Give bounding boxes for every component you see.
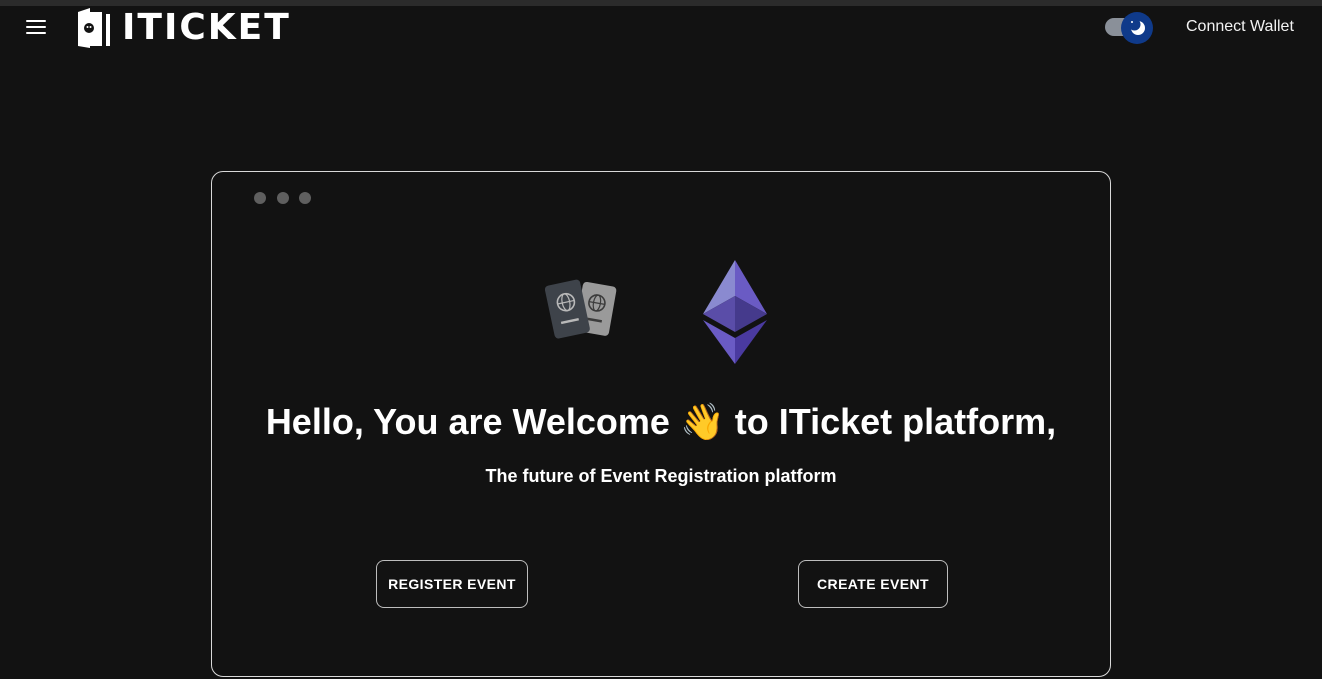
ethereum-icon (703, 260, 767, 364)
window-dot (299, 192, 311, 204)
welcome-headline: Hello, You are Welcome 👋 to ITicket plat… (265, 401, 1057, 442)
welcome-subtitle: The future of Event Registration platfor… (485, 466, 837, 486)
moon-icon (1128, 18, 1145, 35)
toggle-thumb (1121, 12, 1153, 44)
top-navigation-bar: ITICKET Connect Wallet (0, 6, 1322, 48)
welcome-card: Hello, You are Welcome 👋 to ITicket plat… (211, 171, 1111, 677)
iticket-logo[interactable]: ITICKET (76, 8, 291, 48)
logo-text: ITICKET (122, 7, 291, 48)
ticket-door-logo-icon (78, 8, 110, 48)
connect-wallet-button[interactable]: Connect Wallet (1168, 6, 1306, 48)
passport-icon (544, 279, 617, 339)
theme-toggle-switch[interactable] (1105, 12, 1155, 44)
create-event-button[interactable]: CREATE EVENT (798, 560, 948, 608)
window-dot (277, 192, 289, 204)
window-dot (254, 192, 266, 204)
register-event-button[interactable]: REGISTER EVENT (376, 560, 528, 608)
hamburger-menu-icon[interactable] (26, 20, 46, 34)
